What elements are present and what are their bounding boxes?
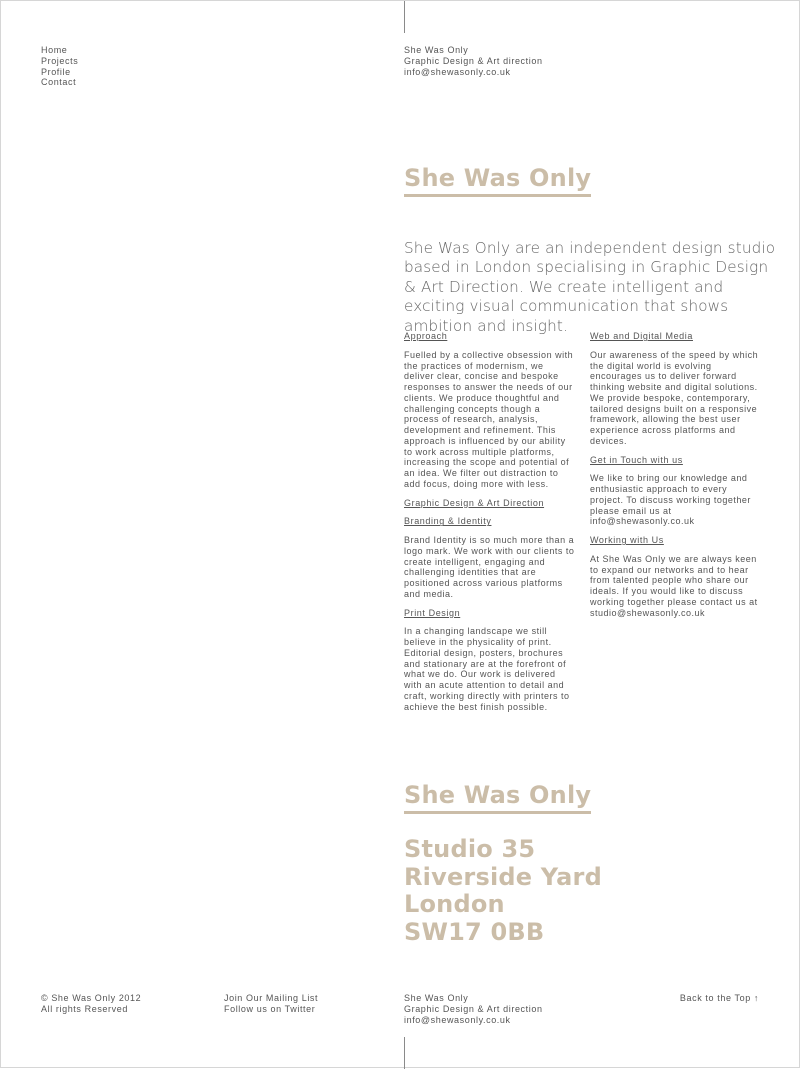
- bottom-divider-line: [404, 1037, 405, 1069]
- header-info: She Was Only Graphic Design & Art direct…: [404, 45, 543, 77]
- approach-heading: Approach: [404, 331, 448, 341]
- footer-email: info@shewasonly.co.uk: [404, 1014, 511, 1025]
- branding-text: Brand Identity is so much more than a lo…: [404, 535, 575, 599]
- studio-address: Studio 35 Riverside Yard London SW17 0BB: [404, 835, 602, 946]
- approach-text: Fuelled by a collective obsession with t…: [404, 349, 574, 489]
- footer-links: Join Our Mailing List Follow us on Twitt…: [224, 993, 318, 1015]
- header-tagline: Graphic Design & Art direction: [404, 55, 543, 66]
- address-line: Studio 35: [404, 835, 536, 863]
- back-to-top-link[interactable]: Back to the Top ↑: [680, 993, 759, 1003]
- web-digital-text-2: We provide bespoke, contemporary, tailor…: [590, 392, 758, 446]
- web-digital-heading: Web and Digital Media: [590, 331, 693, 341]
- services-right-column: Web and Digital Media Our awareness of t…: [590, 331, 762, 626]
- nav-projects-link[interactable]: Projects: [41, 56, 78, 67]
- copyright-text: © She Was Only 2012: [41, 993, 142, 1003]
- get-in-touch-heading: Get in Touch with us: [590, 454, 683, 465]
- address-line: SW17 0BB: [404, 917, 545, 946]
- branding-heading: Branding & Identity: [404, 516, 492, 527]
- nav-profile-link[interactable]: Profile: [41, 67, 78, 78]
- footer-tagline: Graphic Design & Art direction: [404, 1003, 543, 1014]
- nav-home-link[interactable]: Home: [41, 45, 78, 56]
- header-email: info@shewasonly.co.uk: [404, 66, 511, 77]
- services-left-column: Approach Fuelled by a collective obsessi…: [404, 331, 576, 720]
- twitter-link[interactable]: Follow us on Twitter: [224, 1004, 318, 1015]
- footer-info: She Was Only Graphic Design & Art direct…: [404, 993, 543, 1025]
- footer-copyright: © She Was Only 2012 All rights Reserved: [41, 993, 141, 1015]
- main-nav: Home Projects Profile Contact: [41, 45, 78, 88]
- footer-studio-name: She Was Only: [404, 993, 469, 1003]
- header-studio-name: She Was Only: [404, 45, 469, 55]
- rights-text: All rights Reserved: [41, 1003, 128, 1014]
- intro-paragraph: She Was Only are an independent design s…: [404, 239, 776, 335]
- address-line: London: [404, 890, 505, 918]
- top-divider-line: [404, 1, 405, 33]
- nav-contact-link[interactable]: Contact: [41, 77, 78, 88]
- working-with-us-heading: Working with Us: [590, 535, 664, 546]
- address-line: Riverside Yard: [404, 862, 602, 891]
- back-to-top: Back to the Top ↑: [680, 993, 759, 1004]
- profile-title: She Was Only: [404, 163, 592, 197]
- contact-title: She Was Only: [404, 780, 592, 814]
- mailing-list-link[interactable]: Join Our Mailing List: [224, 993, 318, 1004]
- graphic-design-heading: Graphic Design & Art Direction: [404, 497, 545, 508]
- print-design-heading: Print Design: [404, 607, 461, 618]
- print-design-text: In a changing landscape we still believe…: [404, 626, 570, 712]
- get-in-touch-text: We like to bring our knowledge and enthu…: [590, 473, 751, 527]
- working-with-us-text: At She Was Only we are always keen to ex…: [590, 553, 758, 618]
- web-digital-text: Our awareness of the speed by which the …: [590, 349, 759, 393]
